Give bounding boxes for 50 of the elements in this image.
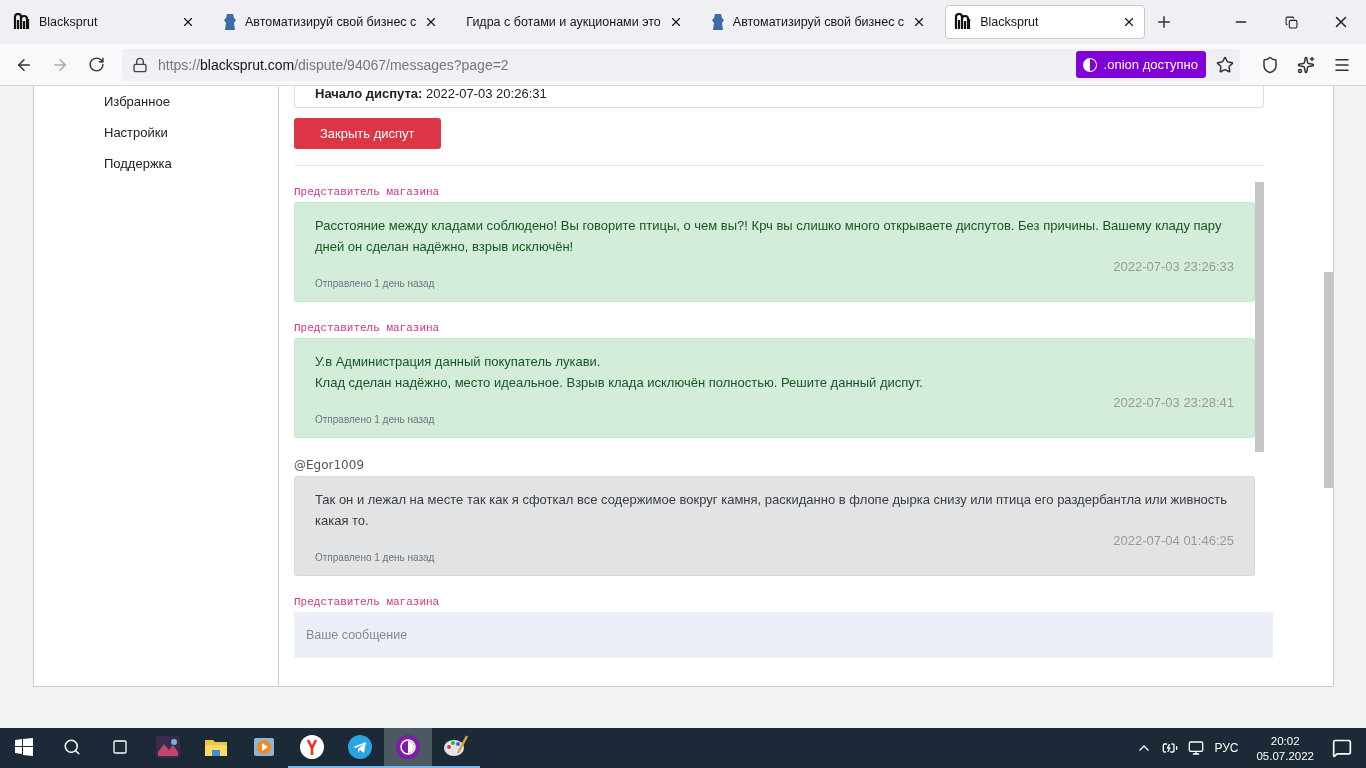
- star-icon[interactable]: [1216, 55, 1234, 74]
- language-indicator[interactable]: РУС: [1214, 741, 1239, 755]
- sparkles-icon[interactable]: [1297, 55, 1315, 74]
- message-author: Представитель магазина: [294, 596, 441, 608]
- player-icon: [253, 736, 275, 758]
- windows-start-icon[interactable]: [15, 738, 33, 756]
- task-view-icon[interactable]: [112, 739, 128, 755]
- message-time: 2022-07-03 23:28:41: [1113, 395, 1234, 410]
- dispute-info-card: Начало диспута: 2022-07-03 20:26:31: [294, 86, 1264, 108]
- message-author: Представитель магазина: [294, 186, 441, 198]
- clock[interactable]: 20:02 05.07.2022: [1256, 734, 1314, 762]
- tor-icon: [396, 735, 420, 759]
- scrollbar-thumb[interactable]: [1255, 182, 1264, 452]
- battery-icon[interactable]: [1162, 740, 1179, 756]
- telegram-icon: [348, 735, 372, 759]
- browser-tab[interactable]: Blacksprut: [945, 5, 1146, 39]
- restore-icon[interactable]: [1284, 15, 1298, 29]
- address-bar[interactable]: https://blacksprut.com/dispute/94067/messages?page=2 .onion доступно: [122, 48, 1240, 81]
- logo-icon: [13, 13, 31, 31]
- search-icon[interactable]: [63, 738, 81, 756]
- yandex-icon: [300, 735, 324, 759]
- palette-icon: [443, 735, 469, 759]
- message-author: Представитель магазина: [294, 322, 441, 334]
- message-time: 2022-07-04 01:46:25: [1113, 533, 1234, 548]
- close-icon[interactable]: [181, 15, 195, 29]
- page-scrollbar[interactable]: [1324, 272, 1333, 488]
- sent-label: Отправлено 1 день назад: [315, 278, 436, 289]
- message-text: У.в Администрация данный покупатель лукави. Клад сделан надёжно, место идеальное. Взрыв клада исключён полностью. Решите данный диспут.: [315, 353, 924, 392]
- message-text: Расстояние между кладами соблюдено! Вы говорите птицы, о чем вы?! Крч вы слишко много открываете диспутов. Без причины. Вашему кладу пару дней он сделан надёжно, взрыв исключён!: [315, 217, 1223, 256]
- sidebar-link[interactable]: Поддержка: [104, 156, 278, 171]
- message-text: Так он и лежал на месте так как я сфоткал все содержимое вокруг камня, раскиданно в флопе дырка снизу или птица его раздербантла или живность какая то.: [315, 491, 1229, 530]
- sent-label: Отправлено 1 день назад: [315, 552, 436, 563]
- onion-button[interactable]: .onion доступно: [1075, 51, 1206, 78]
- message-input[interactable]: Ваше сообщение: [294, 612, 1273, 658]
- notifications-icon[interactable]: [1332, 738, 1352, 758]
- sidebar-link[interactable]: Избранное: [104, 94, 278, 109]
- sent-label: Отправлено 1 день назад: [315, 414, 436, 425]
- taskbar-app[interactable]: [384, 728, 432, 768]
- network-icon[interactable]: [1188, 740, 1205, 756]
- message-time: 2022-07-03 23:26:33: [1113, 259, 1234, 274]
- folder-icon: [204, 737, 228, 757]
- logo-icon: [954, 13, 973, 31]
- lock-icon: [132, 56, 148, 73]
- figure-icon: [710, 13, 725, 31]
- close-dispute-button[interactable]: Закрыть диспут: [294, 118, 441, 149]
- figure-icon: [223, 13, 237, 31]
- sidebar-link[interactable]: Настройки: [104, 125, 278, 140]
- reload-icon[interactable]: [87, 56, 105, 73]
- message-author: @Egor1009: [294, 458, 365, 472]
- shield-icon[interactable]: [1261, 55, 1279, 74]
